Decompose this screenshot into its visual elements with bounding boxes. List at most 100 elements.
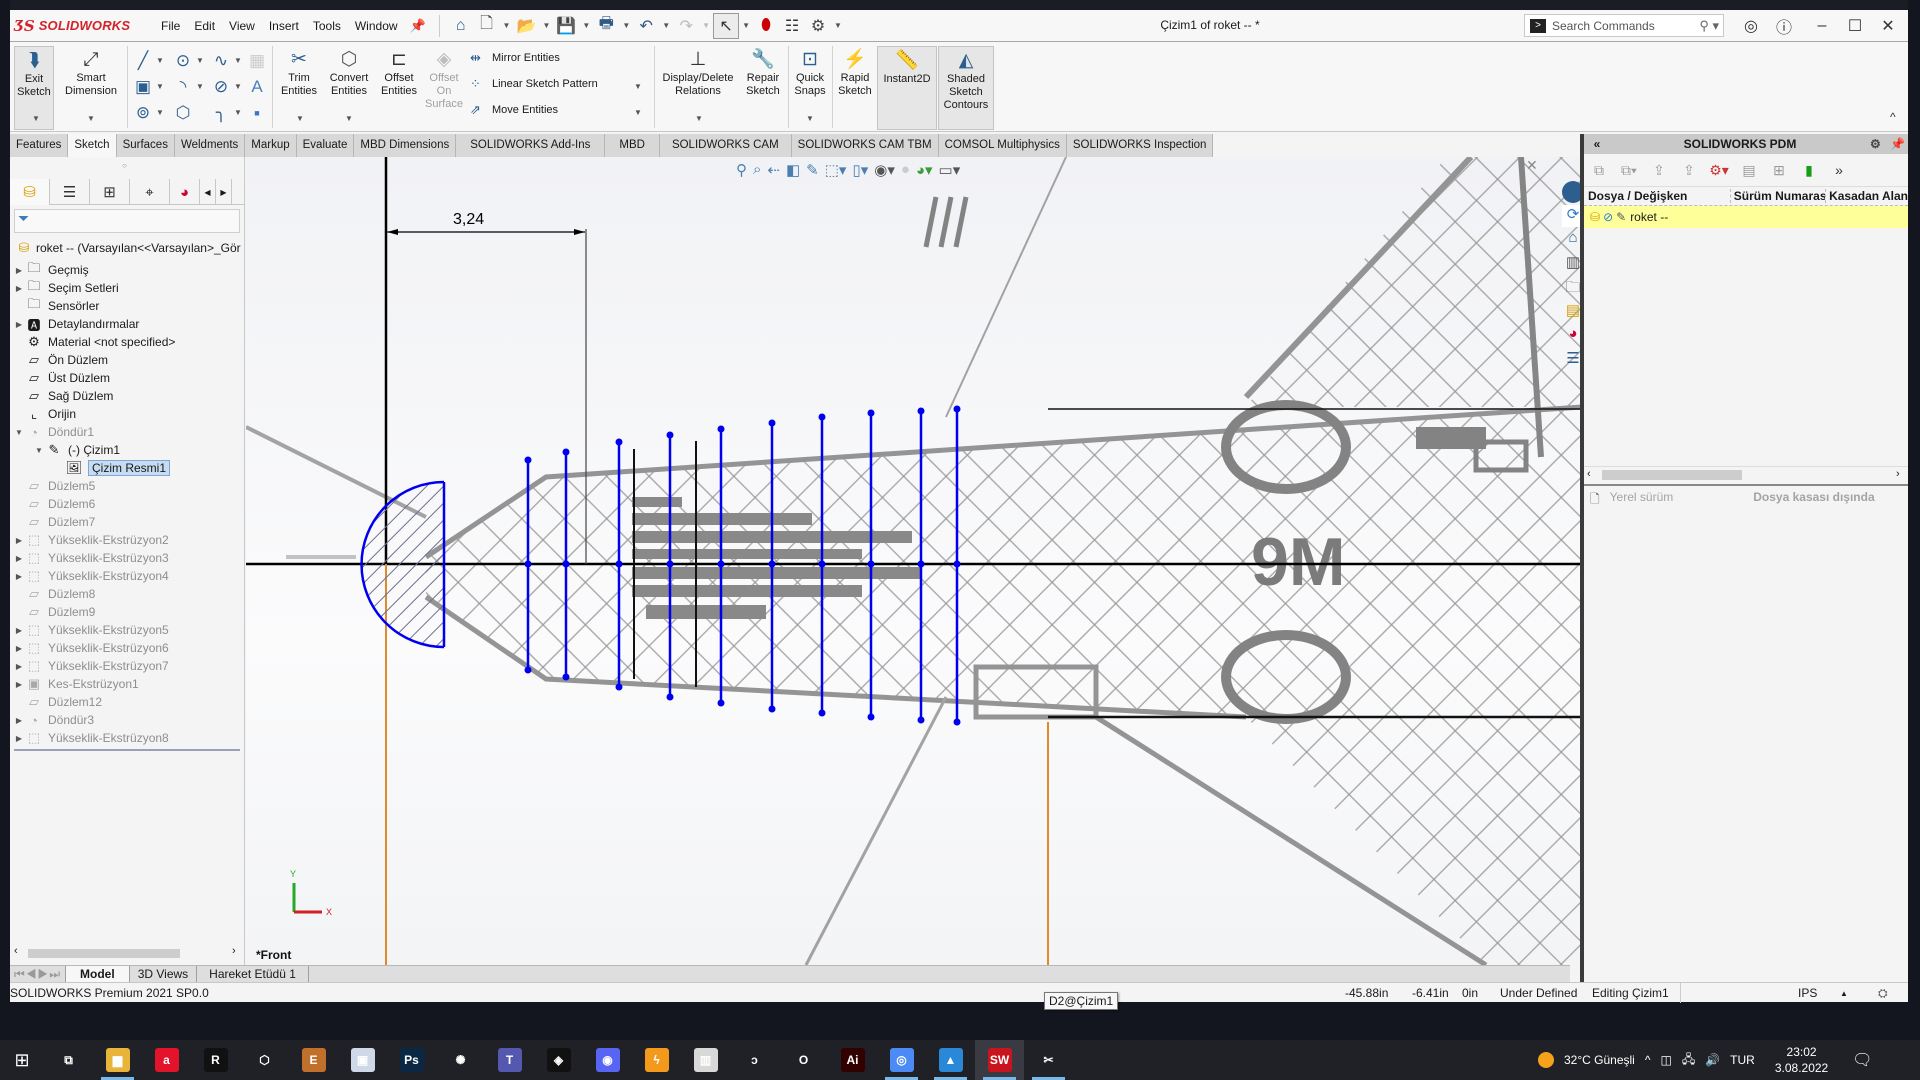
tab-navigation-arrows-icon[interactable]: ⏮◀▶⏭ bbox=[10, 966, 67, 982]
weather-sun-icon[interactable] bbox=[1538, 1052, 1554, 1068]
hide-show-items-icon[interactable]: ◉▾ bbox=[874, 161, 895, 179]
print-icon[interactable]: 🖶 bbox=[593, 13, 619, 39]
undo-icon[interactable]: ↶ bbox=[633, 13, 659, 39]
taskbar-app-bolt-app[interactable]: ϟ bbox=[632, 1040, 681, 1080]
sketch-point[interactable] bbox=[562, 560, 570, 568]
sketch-point[interactable] bbox=[562, 448, 570, 456]
taskbar-app-windows-media[interactable]: ▣ bbox=[338, 1040, 387, 1080]
zoom-to-fit-icon[interactable]: ⚲ bbox=[736, 161, 747, 179]
chevron-down-icon[interactable]: ▼ bbox=[662, 21, 670, 30]
chevron-down-icon[interactable]: ▼ bbox=[87, 114, 95, 123]
quick-snaps-button[interactable]: ⊡ Quick Snaps bbox=[790, 46, 830, 98]
convert-entities-button[interactable]: ⬡ Convert Entities bbox=[324, 46, 374, 98]
chevron-down-icon[interactable]: ▼ bbox=[156, 108, 164, 117]
sketch-point[interactable] bbox=[818, 560, 826, 568]
sketch-point[interactable] bbox=[562, 673, 570, 681]
sketch-point[interactable] bbox=[524, 560, 532, 568]
tree-root[interactable]: ⛁ roket -- (Varsayılan<<Varsayılan>_Gör bbox=[14, 237, 241, 259]
custom-properties-icon[interactable]: ☰ bbox=[1562, 349, 1582, 371]
sketch-point[interactable] bbox=[524, 456, 532, 464]
column-version[interactable]: Sürüm Numarası bbox=[1729, 189, 1825, 203]
expand-arrow-right-icon[interactable]: ▶ bbox=[14, 320, 24, 329]
minimize-button[interactable]: – bbox=[1808, 15, 1836, 37]
column-checked-out-by[interactable]: Kasadan Alan bbox=[1825, 189, 1908, 203]
scroll-left-icon[interactable]: ‹ bbox=[14, 945, 18, 957]
chevron-down-icon[interactable]: ▼ bbox=[834, 21, 842, 30]
scrollbar-thumb[interactable] bbox=[1602, 470, 1742, 480]
scroll-left-icon[interactable]: ‹ bbox=[1587, 468, 1591, 480]
taskbar-app-network-app[interactable]: ✺ bbox=[436, 1040, 485, 1080]
tab-mbd-dimensions[interactable]: MBD Dimensions bbox=[354, 134, 457, 157]
tab-mbd[interactable]: MBD bbox=[605, 134, 660, 157]
sketch-point[interactable] bbox=[666, 431, 674, 439]
graphics-area[interactable]: 9M 3,24 Y X *Front ⚲ ⌕ ⇠ ◧ ✎ ⬚▾ ▯▾ ◉▾ ● … bbox=[246, 157, 1582, 965]
taskbar-app-binance[interactable]: ◈ bbox=[534, 1040, 583, 1080]
design-library-icon[interactable]: ▥ bbox=[1562, 253, 1582, 275]
chevron-down-icon[interactable]: ▼ bbox=[806, 114, 814, 123]
splitter-handle[interactable]: ○ bbox=[122, 161, 127, 170]
rebuild-traffic-light-icon[interactable]: ⬮ bbox=[753, 13, 779, 39]
tree-item[interactable]: ▶ ⬚ Yükseklik-Ekstrüzyon8 bbox=[14, 727, 169, 749]
settings-gear-icon[interactable]: ⚙ bbox=[1870, 137, 1890, 151]
sketch-point[interactable] bbox=[953, 560, 961, 568]
new-document-icon[interactable]: 🗋 bbox=[474, 13, 500, 39]
units-selector[interactable]: IPS bbox=[1798, 986, 1817, 1000]
tree-filter-input[interactable]: ⏷ bbox=[14, 209, 240, 233]
sketch-point[interactable] bbox=[768, 705, 776, 713]
open-vault-icon[interactable]: ▮ bbox=[1794, 162, 1824, 179]
linear-sketch-pattern-button[interactable]: ⁘ Linear Sketch Pattern bbox=[470, 76, 598, 92]
sketch-point[interactable] bbox=[867, 409, 875, 417]
tree-horizontal-scrollbar[interactable]: ‹ › bbox=[14, 945, 240, 961]
tab-evaluate[interactable]: Evaluate bbox=[296, 134, 355, 157]
tab-solidworks-cam[interactable]: SOLIDWORKS CAM bbox=[659, 134, 792, 157]
sketch-point[interactable] bbox=[768, 560, 776, 568]
dimxpert-tab-icon[interactable]: ⌖ bbox=[130, 179, 170, 205]
chevron-down-icon[interactable]: ▼ bbox=[702, 21, 710, 30]
fillet-icon[interactable]: ╮ bbox=[210, 102, 232, 124]
options-gear-icon[interactable]: ⚙ bbox=[805, 13, 831, 39]
sketch-point[interactable] bbox=[666, 693, 674, 701]
check-in-icon[interactable]: ⇪ bbox=[1674, 162, 1704, 179]
repair-sketch-button[interactable]: 🔧 Repair Sketch bbox=[740, 46, 786, 98]
taskbar-app-teams[interactable]: T bbox=[485, 1040, 534, 1080]
tab-weldments[interactable]: Weldments bbox=[174, 134, 246, 157]
expand-arrow-right-icon[interactable]: ▶ bbox=[14, 626, 24, 635]
taskbar-app-virtualbox[interactable]: ⬡ bbox=[240, 1040, 289, 1080]
nose-shaded-contour[interactable] bbox=[361, 482, 444, 647]
scrollbar-thumb[interactable] bbox=[28, 949, 180, 958]
scroll-right-icon[interactable]: ▶ bbox=[216, 179, 232, 205]
property-manager-tab-icon[interactable]: ☰ bbox=[50, 179, 90, 205]
view-settings-icon[interactable]: ▭▾ bbox=[939, 161, 961, 179]
tab-markup[interactable]: Markup bbox=[245, 134, 297, 157]
chevron-down-icon[interactable]: ▼ bbox=[634, 82, 642, 91]
get-version-icon[interactable]: ⧉▾ bbox=[1614, 162, 1644, 179]
tab-solidworks-add-ins[interactable]: SOLIDWORKS Add-Ins bbox=[456, 134, 606, 157]
home-icon[interactable]: ⌂ bbox=[1562, 229, 1582, 251]
taskbar-app-file-explorer[interactable]: ▆ bbox=[93, 1040, 142, 1080]
taskbar-app-photos[interactable]: ▲ bbox=[926, 1040, 975, 1080]
chevron-down-icon[interactable]: ▼ bbox=[742, 21, 750, 30]
display-style-icon[interactable]: ▯▾ bbox=[852, 161, 868, 179]
tab-motion-study[interactable]: Hareket Etüdü 1 bbox=[197, 966, 309, 982]
taskbar-app-discord[interactable]: ◉ bbox=[583, 1040, 632, 1080]
home-icon[interactable]: ⌂ bbox=[448, 13, 474, 39]
tab-3d-views[interactable]: 3D Views bbox=[130, 966, 198, 982]
line-icon[interactable]: ╱ bbox=[132, 50, 154, 72]
appearance-tab-icon[interactable]: ◕ bbox=[170, 179, 200, 205]
dynamic-annotation-icon[interactable]: ✎ bbox=[806, 161, 819, 179]
taskbar-app-opera[interactable]: O bbox=[779, 1040, 828, 1080]
taskbar-app-e-app[interactable]: E bbox=[289, 1040, 338, 1080]
tab-surfaces[interactable]: Surfaces bbox=[116, 134, 175, 157]
weather-text[interactable]: 32°C Güneşli bbox=[1564, 1053, 1635, 1067]
chevron-down-icon[interactable]: ▼ bbox=[622, 21, 630, 30]
configuration-manager-tab-icon[interactable]: ⊞ bbox=[90, 179, 130, 205]
taskbar-app-c-app[interactable]: ↄ bbox=[730, 1040, 779, 1080]
tab-model[interactable]: Model bbox=[66, 966, 130, 982]
taskbar-app-chrome[interactable]: ◎ bbox=[877, 1040, 926, 1080]
show-hidden-icons-icon[interactable]: ^ bbox=[1645, 1053, 1651, 1067]
help-icon[interactable]: ⓘ bbox=[1770, 15, 1798, 37]
mirror-entities-button[interactable]: ⇹ Mirror Entities bbox=[470, 50, 560, 66]
expand-arrow-right-icon[interactable]: ▶ bbox=[14, 734, 24, 743]
workflow-icon[interactable]: ⚙▾ bbox=[1704, 162, 1734, 179]
taskbar-app-monitor-app[interactable]: ▥ bbox=[681, 1040, 730, 1080]
